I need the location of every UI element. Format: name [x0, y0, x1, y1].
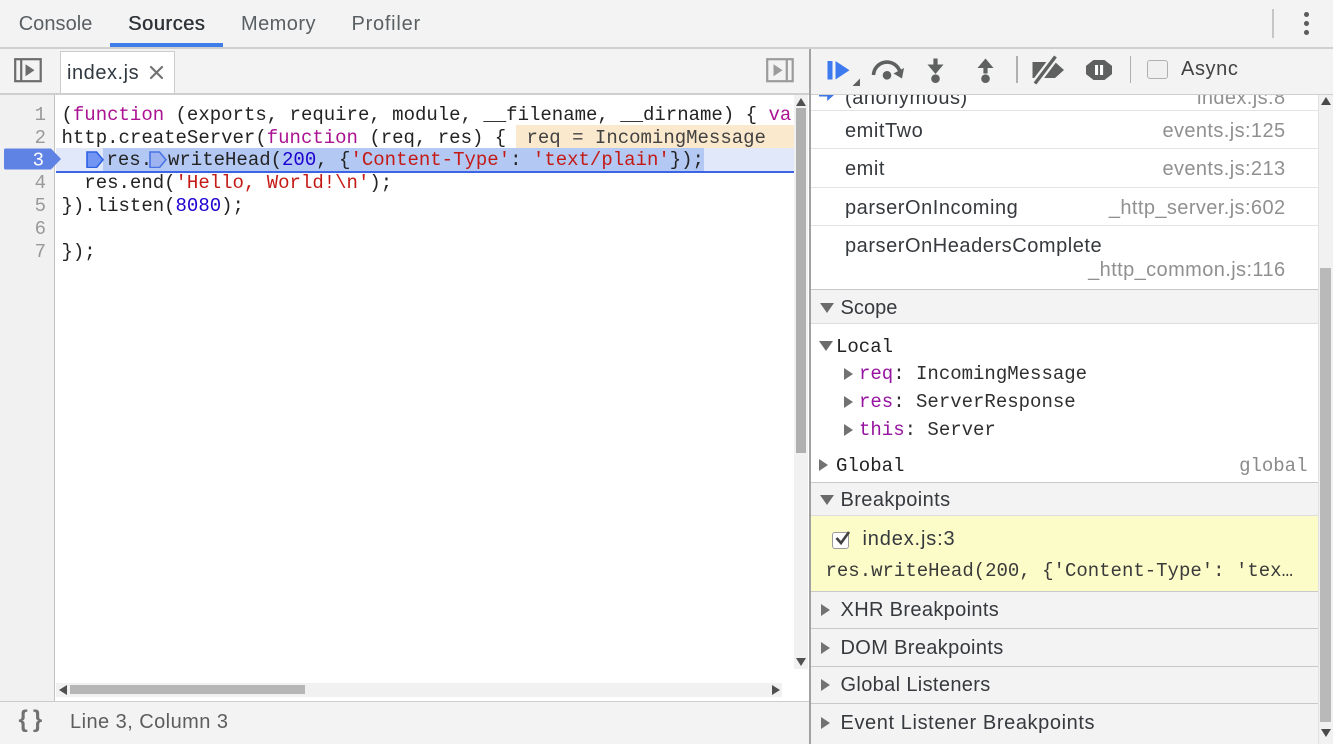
- svg-text:3: 3: [33, 149, 44, 170]
